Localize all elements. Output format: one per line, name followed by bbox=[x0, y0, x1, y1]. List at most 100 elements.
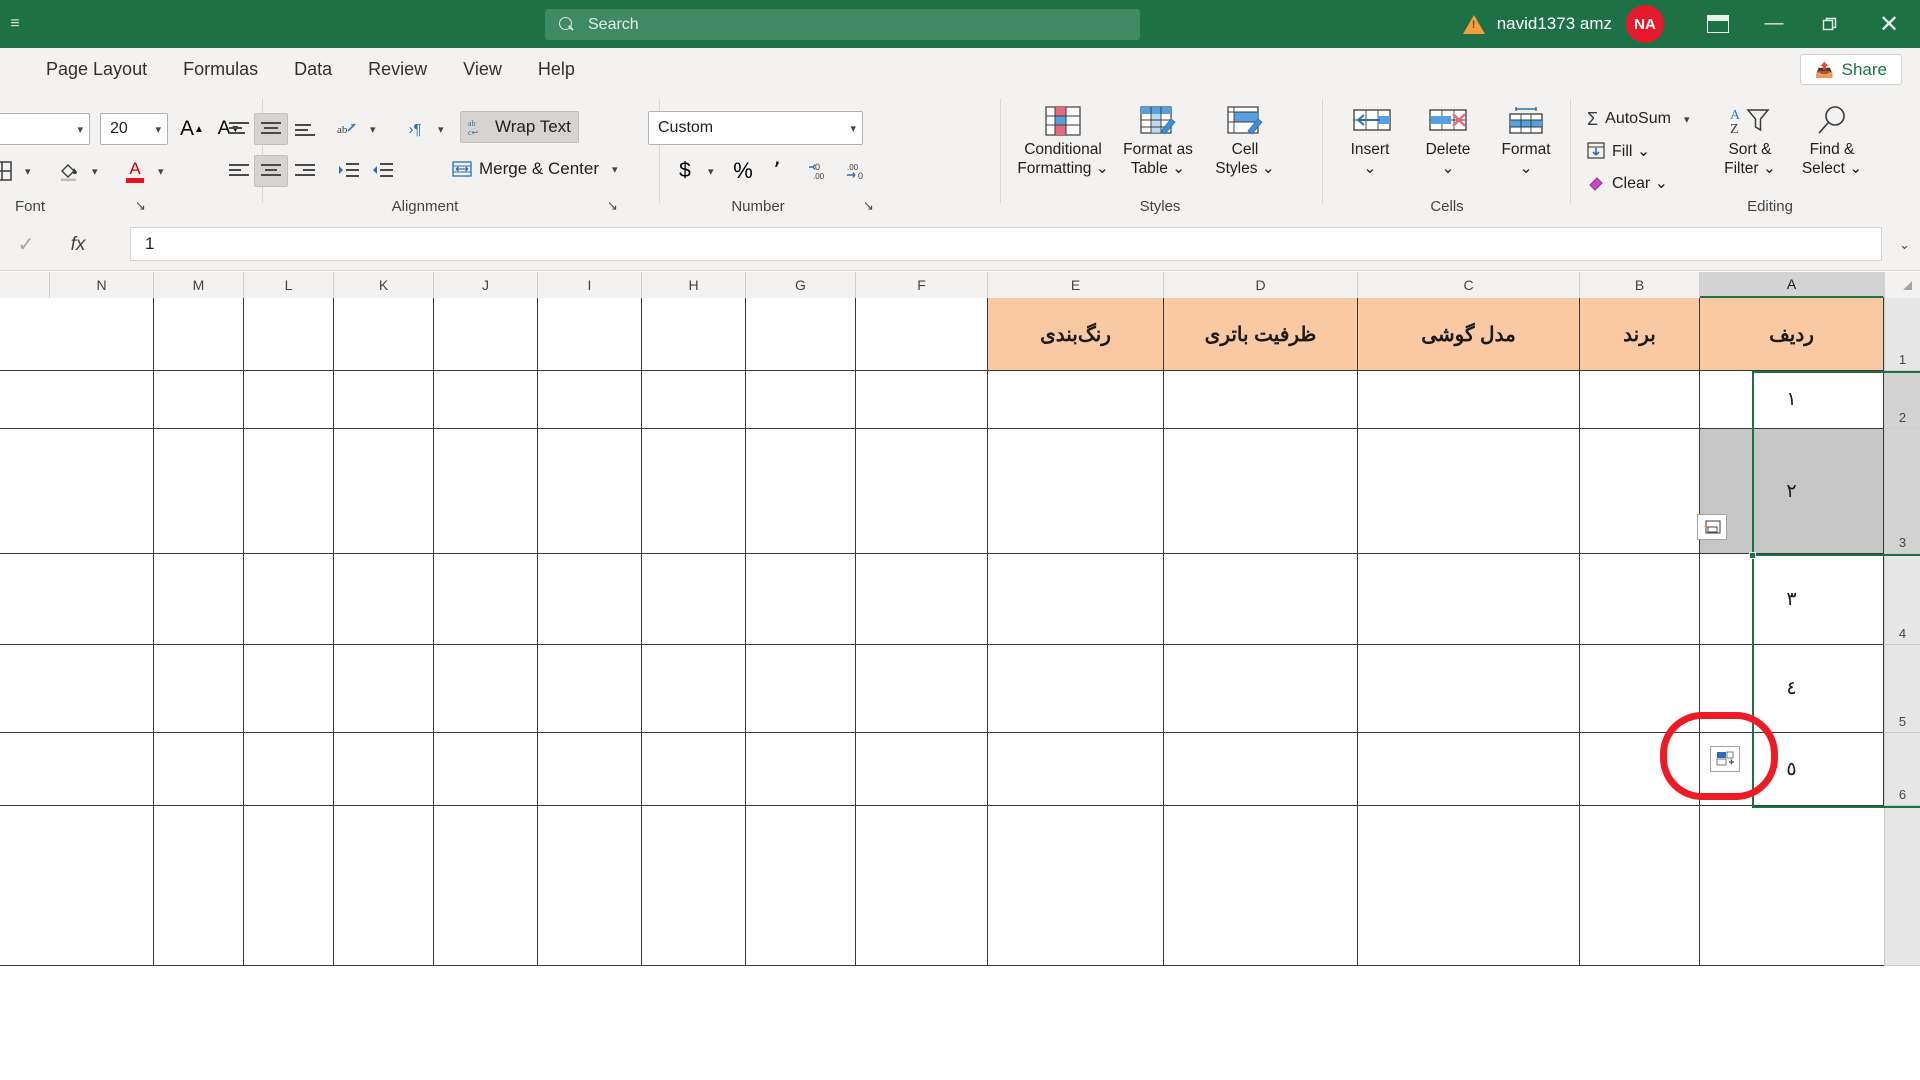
cell-styles-button[interactable]: Cell Styles ⌄ bbox=[1202, 105, 1288, 178]
cell-H4[interactable] bbox=[642, 554, 746, 645]
merge-and-center-button[interactable]: Merge & Center ▾ bbox=[445, 153, 625, 185]
cell-L6[interactable] bbox=[244, 733, 334, 806]
cell-C1[interactable]: مدل گوشی bbox=[1358, 298, 1580, 371]
cell-G4[interactable] bbox=[746, 554, 856, 645]
cell-A2[interactable]: ١ bbox=[1700, 371, 1884, 429]
text-orientation-button[interactable]: ab ▾ bbox=[330, 113, 376, 145]
account-name[interactable]: navid1373 amz bbox=[1497, 14, 1612, 34]
cell-A5[interactable]: ٤ bbox=[1700, 645, 1884, 733]
cell-M4[interactable] bbox=[154, 554, 244, 645]
cell-C2[interactable] bbox=[1358, 371, 1580, 429]
cell-N2[interactable] bbox=[50, 371, 154, 429]
chevron-down-icon[interactable]: ▾ bbox=[612, 163, 618, 176]
expand-formula-bar-icon[interactable]: ⌄ bbox=[1899, 237, 1910, 253]
cell-F5[interactable] bbox=[856, 645, 988, 733]
find-and-select-button[interactable]: Find & Select ⌄ bbox=[1792, 105, 1872, 178]
cell-H7[interactable] bbox=[642, 806, 746, 966]
align-right-button[interactable] bbox=[288, 155, 322, 187]
cell-M7[interactable] bbox=[154, 806, 244, 966]
insert-function-icon[interactable]: fx bbox=[52, 234, 104, 256]
alignment-dialog-launcher[interactable]: ↘ bbox=[607, 198, 618, 214]
cell-E6[interactable] bbox=[988, 733, 1164, 806]
cell-B6[interactable] bbox=[1580, 733, 1700, 806]
minimize-icon[interactable]: — bbox=[1746, 0, 1802, 48]
cell-D2[interactable] bbox=[1164, 371, 1358, 429]
cell-I2[interactable] bbox=[538, 371, 642, 429]
cell-blank[interactable] bbox=[0, 429, 50, 554]
cell-A1[interactable]: ردیف bbox=[1700, 298, 1884, 371]
restore-icon[interactable] bbox=[1802, 0, 1858, 48]
column-header-N[interactable]: N bbox=[50, 272, 154, 298]
fill-color-button[interactable]: ▾ bbox=[52, 155, 98, 187]
cell-L4[interactable] bbox=[244, 554, 334, 645]
share-button[interactable]: 📤 Share bbox=[1799, 54, 1902, 85]
cell-E2[interactable] bbox=[988, 371, 1164, 429]
cell-I5[interactable] bbox=[538, 645, 642, 733]
fill-handle[interactable] bbox=[1749, 552, 1756, 559]
format-cells-button[interactable]: Format ⌄ bbox=[1488, 105, 1564, 178]
search-box[interactable]: Search bbox=[545, 9, 1140, 40]
row-header-7[interactable] bbox=[1884, 806, 1920, 966]
cell-A4[interactable]: ٣ bbox=[1700, 554, 1884, 645]
tab-review[interactable]: Review bbox=[350, 48, 445, 91]
cell-J4[interactable] bbox=[434, 554, 538, 645]
cell-N5[interactable] bbox=[50, 645, 154, 733]
cell-H1[interactable] bbox=[642, 298, 746, 371]
cell-blank[interactable] bbox=[0, 554, 50, 645]
delete-cells-button[interactable]: Delete ⌄ bbox=[1410, 105, 1486, 178]
cell-K6[interactable] bbox=[334, 733, 434, 806]
increase-indent-button[interactable] bbox=[332, 155, 366, 187]
cell-F4[interactable] bbox=[856, 554, 988, 645]
tab-help[interactable]: Help bbox=[520, 48, 593, 91]
warning-triangle-icon[interactable] bbox=[1462, 14, 1485, 34]
column-header-K[interactable]: K bbox=[334, 272, 434, 298]
number-format-box[interactable]: Custom ▾ bbox=[648, 111, 863, 145]
align-center-button[interactable] bbox=[254, 155, 288, 187]
column-header-A[interactable]: A bbox=[1700, 272, 1884, 298]
cell-L7[interactable] bbox=[244, 806, 334, 966]
column-header-E[interactable]: E bbox=[988, 272, 1164, 298]
ribbon-display-options-icon[interactable] bbox=[1690, 0, 1746, 48]
cell-G7[interactable] bbox=[746, 806, 856, 966]
cell-J5[interactable] bbox=[434, 645, 538, 733]
cell-blank[interactable] bbox=[0, 371, 50, 429]
cell-L3[interactable] bbox=[244, 429, 334, 554]
column-header-G[interactable]: G bbox=[746, 272, 856, 298]
row-header-5[interactable]: 5 bbox=[1884, 645, 1920, 733]
cell-E4[interactable] bbox=[988, 554, 1164, 645]
align-middle-button[interactable] bbox=[254, 113, 288, 145]
row-header-4[interactable]: 4 bbox=[1884, 554, 1920, 645]
cell-F6[interactable] bbox=[856, 733, 988, 806]
cell-J6[interactable] bbox=[434, 733, 538, 806]
paste-options-smart-tag-icon[interactable] bbox=[1697, 514, 1727, 540]
cell-K2[interactable] bbox=[334, 371, 434, 429]
tab-formulas[interactable]: Formulas bbox=[165, 48, 276, 91]
select-all-corner[interactable] bbox=[1884, 272, 1920, 298]
cell-J3[interactable] bbox=[434, 429, 538, 554]
column-header-F[interactable]: F bbox=[856, 272, 988, 298]
column-header-D[interactable]: D bbox=[1164, 272, 1358, 298]
wrap-text-button[interactable]: ab c↩ Wrap Text bbox=[460, 111, 579, 143]
font-name-box[interactable]: ▾ bbox=[0, 113, 90, 145]
cell-G3[interactable] bbox=[746, 429, 856, 554]
align-top-button[interactable] bbox=[222, 113, 256, 145]
cell-F3[interactable] bbox=[856, 429, 988, 554]
cell-H2[interactable] bbox=[642, 371, 746, 429]
search-input[interactable]: Search bbox=[588, 16, 639, 34]
font-color-button[interactable]: A ▾ bbox=[118, 155, 164, 187]
row-header-6[interactable]: 6 bbox=[1884, 733, 1920, 806]
cell-L1[interactable] bbox=[244, 298, 334, 371]
tab-page-layout[interactable]: Page Layout bbox=[28, 48, 165, 91]
cell-G6[interactable] bbox=[746, 733, 856, 806]
cell-K4[interactable] bbox=[334, 554, 434, 645]
cell-K3[interactable] bbox=[334, 429, 434, 554]
cell-A7[interactable] bbox=[1700, 806, 1884, 966]
cell-C5[interactable] bbox=[1358, 645, 1580, 733]
cell-I1[interactable] bbox=[538, 298, 642, 371]
tab-view[interactable]: View bbox=[445, 48, 520, 91]
column-header-J[interactable]: J bbox=[434, 272, 538, 298]
avatar[interactable]: NA bbox=[1626, 5, 1664, 43]
cell-K5[interactable] bbox=[334, 645, 434, 733]
autosum-button[interactable]: Σ AutoSum ▾ bbox=[1580, 103, 1696, 135]
cell-G1[interactable] bbox=[746, 298, 856, 371]
